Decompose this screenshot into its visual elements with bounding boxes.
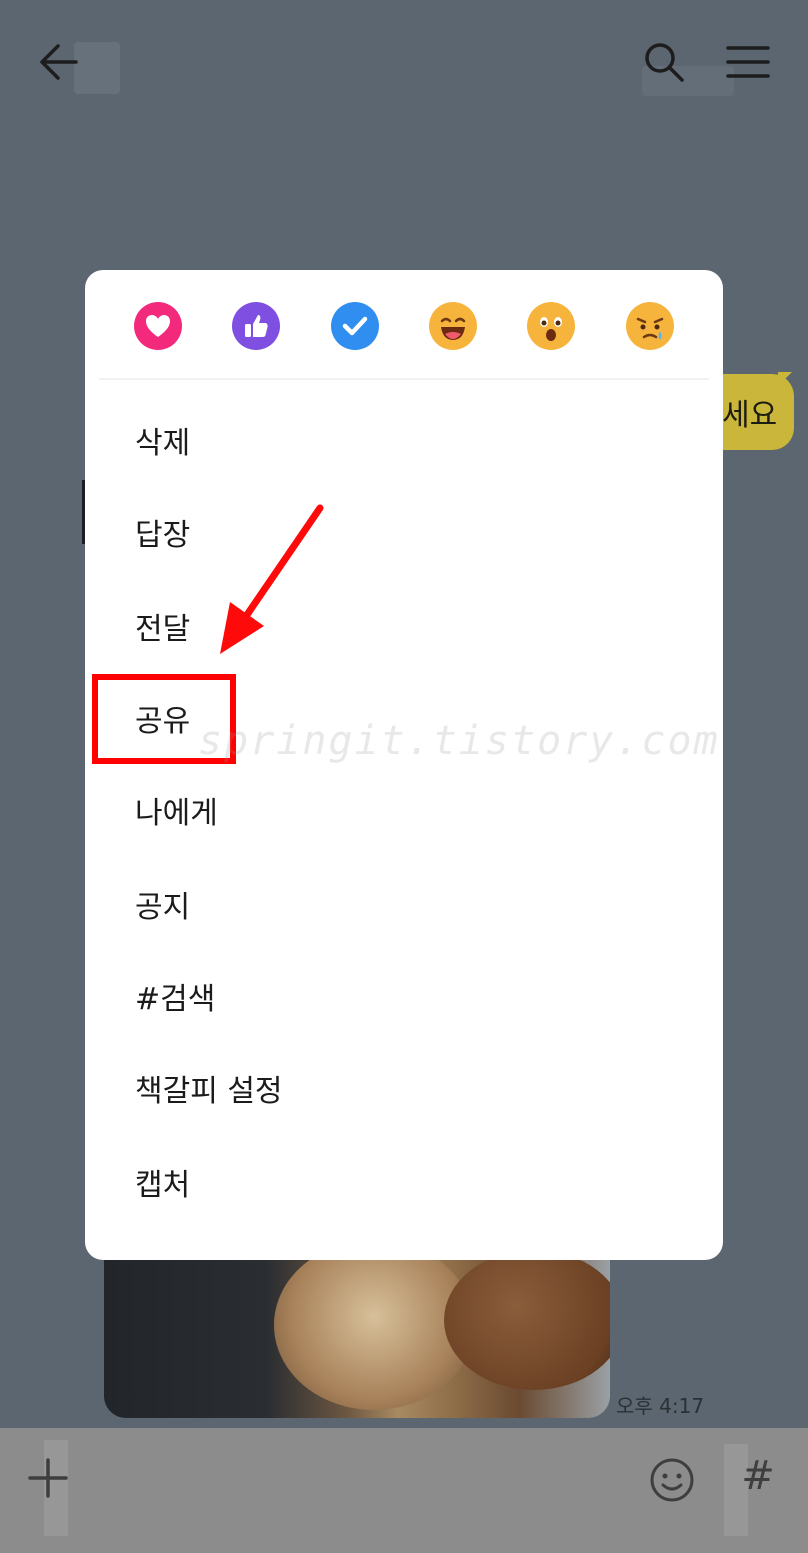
menu-divider xyxy=(99,378,709,380)
menu-item-label: 삭제 xyxy=(135,426,191,461)
message-timestamp: 오후 4:17 xyxy=(616,1394,705,1418)
menu-item-label: 답장 xyxy=(135,518,191,553)
check-reaction-icon[interactable] xyxy=(331,302,379,350)
message-bubble-tail xyxy=(778,372,792,386)
menu-item-forward[interactable]: 전달 xyxy=(85,580,723,668)
menu-item-to-me[interactable]: 나에게 xyxy=(85,764,723,852)
menu-item-delete[interactable]: 삭제 xyxy=(85,394,723,482)
message-context-menu: 삭제 답장 전달 공유 나에게 공지 #검색 책갈피 설정 캡처 xyxy=(85,270,723,1260)
plus-icon[interactable] xyxy=(26,1456,70,1500)
search-icon[interactable] xyxy=(640,38,690,88)
menu-item-bookmark[interactable]: 책갈피 설정 xyxy=(85,1042,723,1130)
menu-item-label: 나에게 xyxy=(135,796,218,831)
menu-item-label: 캡처 xyxy=(135,1168,191,1203)
hamburger-menu-icon[interactable] xyxy=(722,38,774,88)
back-arrow-icon[interactable] xyxy=(36,38,86,86)
emoticon-icon[interactable] xyxy=(648,1456,696,1504)
menu-item-label: #검색 xyxy=(135,982,216,1017)
hashtag-search-button[interactable]: # xyxy=(736,1452,780,1500)
menu-item-notice[interactable]: 공지 xyxy=(85,858,723,946)
thumbs-up-reaction-icon[interactable] xyxy=(232,302,280,350)
menu-item-label: 전달 xyxy=(135,612,191,647)
menu-item-hashtag-search[interactable]: #검색 xyxy=(85,950,723,1038)
surprised-face-reaction-icon[interactable] xyxy=(527,302,575,350)
menu-item-reply[interactable]: 답장 xyxy=(85,486,723,574)
heart-reaction-icon[interactable] xyxy=(134,302,182,350)
laughing-face-reaction-icon[interactable] xyxy=(429,302,477,350)
reaction-bar xyxy=(85,270,723,380)
menu-item-capture[interactable]: 캡처 xyxy=(85,1136,723,1224)
red-arrow-icon xyxy=(212,502,332,662)
watermark-text: springit.tistory.com xyxy=(198,718,720,764)
photo-content-secondary xyxy=(444,1250,610,1390)
message-bubble-text: 세요 xyxy=(722,398,778,433)
menu-item-label: 공지 xyxy=(135,890,191,925)
chat-header xyxy=(0,0,808,130)
menu-item-label: 책갈피 설정 xyxy=(135,1074,283,1109)
sad-face-reaction-icon[interactable] xyxy=(626,302,674,350)
